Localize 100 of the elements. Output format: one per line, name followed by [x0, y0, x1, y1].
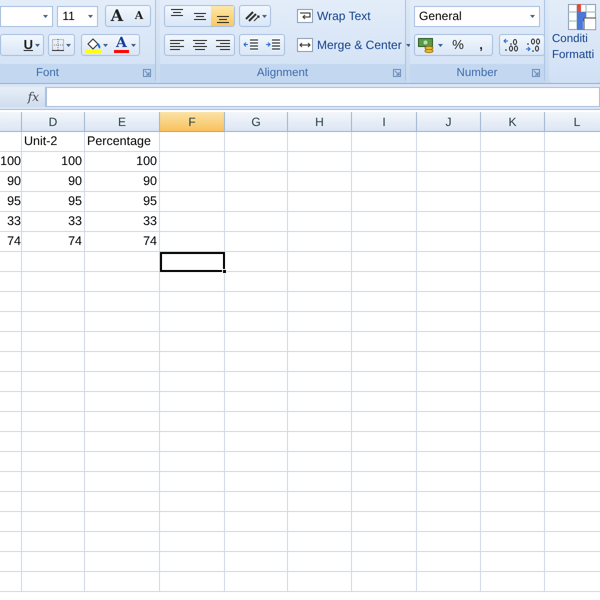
underline-button[interactable]: U — [20, 35, 43, 55]
table-cell — [225, 152, 288, 172]
borders-icon — [52, 39, 64, 51]
table-cell — [288, 192, 352, 212]
table-cell — [22, 512, 85, 532]
column-header[interactable]: H — [288, 112, 352, 132]
table-cell — [225, 412, 288, 432]
table-cell: 90 — [0, 172, 22, 192]
table-cell — [0, 432, 22, 452]
table-cell: 90 — [85, 172, 160, 192]
table-cell — [225, 512, 288, 532]
table-cell — [0, 472, 22, 492]
grow-font-button[interactable]: A — [106, 6, 128, 26]
table-cell — [22, 452, 85, 472]
font-size-field[interactable]: 11 — [57, 6, 98, 26]
table-cell — [22, 432, 85, 452]
table-cell — [225, 292, 288, 312]
table-cell — [481, 212, 545, 232]
table-cell — [225, 372, 288, 392]
column-header[interactable]: I — [352, 112, 417, 132]
table-cell — [352, 252, 417, 272]
font-color-button[interactable]: A — [111, 35, 139, 55]
table-cell — [288, 552, 352, 572]
active-cell[interactable] — [160, 252, 225, 272]
bottom-align-button[interactable] — [211, 6, 234, 26]
table-cell — [22, 352, 85, 372]
column-header[interactable]: G — [225, 112, 288, 132]
table-cell — [481, 572, 545, 592]
table-cell — [288, 492, 352, 512]
table-cell — [225, 312, 288, 332]
table-cell — [0, 332, 22, 352]
merge-cells-icon — [297, 38, 313, 52]
table-cell — [481, 152, 545, 172]
table-cell — [288, 272, 352, 292]
table-cell — [352, 272, 417, 292]
table-cell — [288, 212, 352, 232]
table-cell — [288, 392, 352, 412]
merge-and-center-button[interactable]: Merge & Center — [297, 34, 411, 56]
table-cell — [288, 252, 352, 272]
table-cell — [22, 272, 85, 292]
fill-handle[interactable] — [222, 269, 227, 274]
table-cell — [481, 252, 545, 272]
table-cell — [417, 372, 481, 392]
table-cell — [0, 512, 22, 532]
table-cell — [288, 332, 352, 352]
table-cell — [481, 172, 545, 192]
percent-button[interactable]: % — [446, 35, 470, 55]
table-cell — [417, 312, 481, 332]
table-cell — [417, 352, 481, 372]
shrink-font-button[interactable]: A — [128, 6, 150, 26]
formula-input-field[interactable] — [46, 87, 600, 107]
table-cell — [481, 432, 545, 452]
table-cell — [225, 352, 288, 372]
table-cell — [417, 192, 481, 212]
decrease-indent-icon — [243, 38, 259, 52]
font-name-field[interactable] — [0, 6, 54, 26]
table-cell — [225, 232, 288, 252]
column-header[interactable]: K — [481, 112, 545, 132]
table-cell — [352, 432, 417, 452]
table-cell — [352, 212, 417, 232]
table-cell — [0, 272, 22, 292]
wrap-text-button[interactable]: Wrap Text — [297, 5, 411, 27]
table-cell — [481, 452, 545, 472]
conditional-formatting-button[interactable]: Conditi Formatti — [549, 0, 600, 62]
increase-indent-icon — [265, 38, 281, 52]
table-cell — [288, 472, 352, 492]
column-header[interactable]: F — [160, 112, 225, 132]
table-cell: 33 — [22, 212, 85, 232]
currency-button[interactable] — [415, 35, 446, 55]
table-cell — [225, 212, 288, 232]
number-group-label: Number — [456, 66, 498, 81]
slanted-text-icon — [244, 9, 260, 23]
insert-function-button[interactable]: fx — [28, 88, 39, 106]
table-cell: 100 — [0, 152, 22, 172]
table-cell: 95 — [0, 192, 22, 212]
table-cell — [481, 352, 545, 372]
table-cell — [225, 392, 288, 412]
table-cell — [225, 492, 288, 512]
number-format-field[interactable]: General — [414, 6, 540, 26]
table-cell — [0, 392, 22, 412]
column-header[interactable]: D — [22, 112, 85, 132]
caret-icon — [35, 44, 40, 46]
table-cell — [352, 372, 417, 392]
paint-bucket-icon — [85, 37, 101, 53]
comma-button[interactable]: , — [470, 35, 492, 55]
column-header[interactable]: E — [85, 112, 160, 132]
center-align-icon — [192, 40, 206, 50]
left-align-icon — [170, 40, 184, 50]
column-header[interactable]: J — [417, 112, 481, 132]
wrap-text-icon — [297, 9, 313, 23]
table-cell — [0, 572, 22, 592]
column-header[interactable]: L — [545, 112, 600, 132]
table-cell — [481, 132, 545, 152]
decrease-decimal-icon — [525, 38, 541, 52]
table-cell — [0, 252, 22, 272]
middle-align-icon — [194, 12, 206, 20]
table-cell — [22, 532, 85, 552]
table-cell — [22, 572, 85, 592]
table-cell — [417, 512, 481, 532]
table-cell: 90 — [22, 172, 85, 192]
